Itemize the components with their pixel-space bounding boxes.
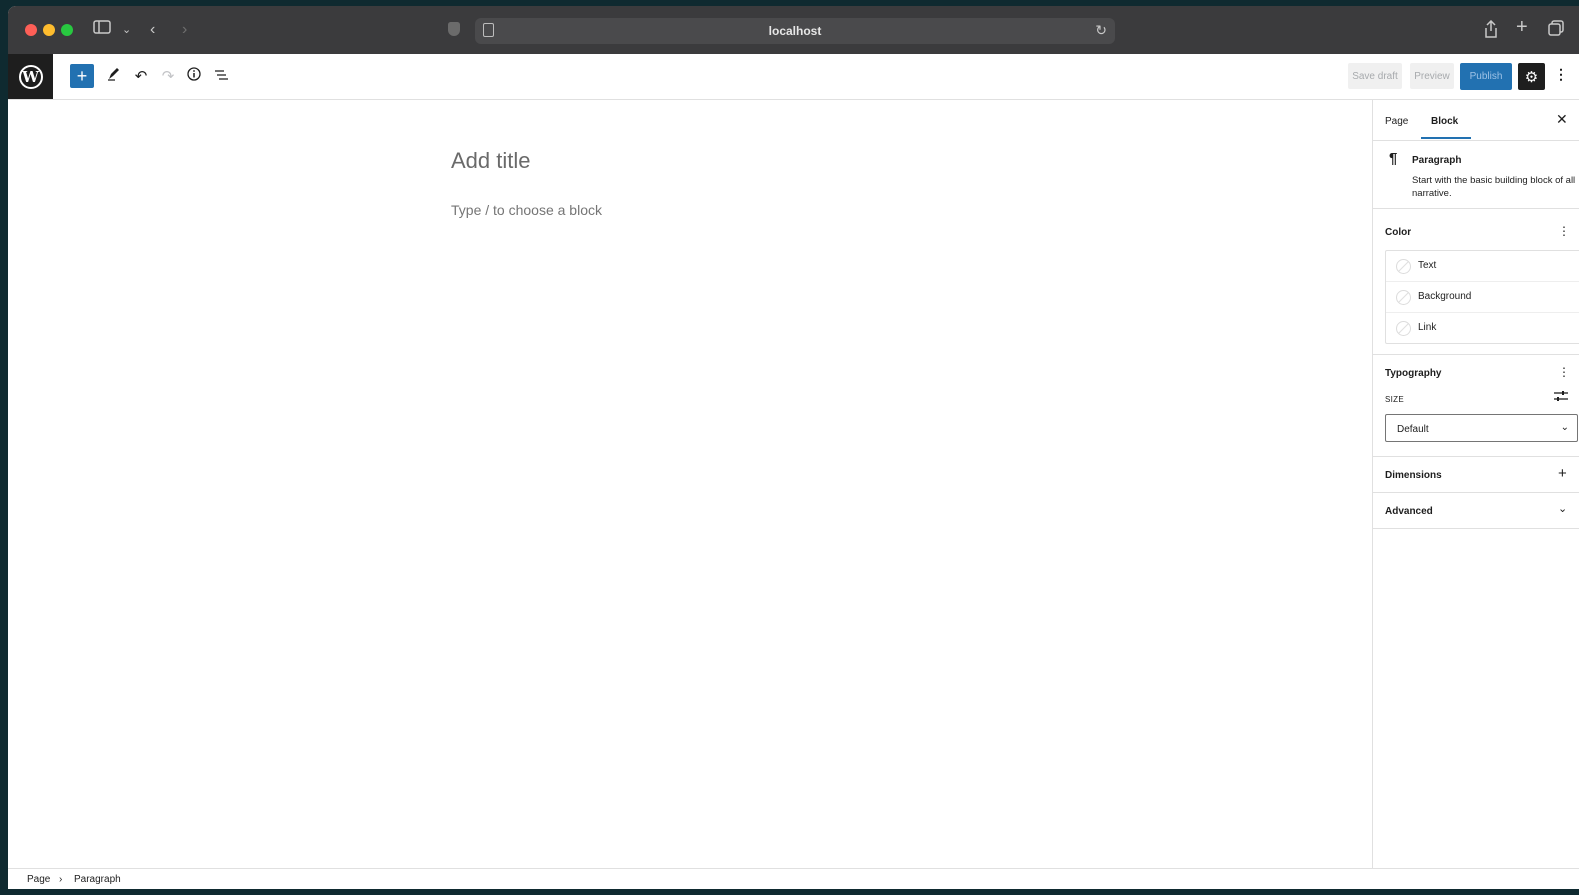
address-bar[interactable]: localhost ↻: [475, 18, 1115, 44]
block-card-title: Paragraph: [1412, 155, 1462, 166]
active-tab-indicator: [1421, 137, 1471, 139]
details-button[interactable]: [182, 64, 206, 88]
color-item-background[interactable]: Background: [1386, 282, 1579, 313]
block-breadcrumb: Page › Paragraph: [8, 868, 1579, 889]
block-card: ¶ Paragraph Start with the basic buildin…: [1373, 140, 1579, 209]
block-inserter-button[interactable]: +: [70, 64, 94, 88]
breadcrumb-separator-icon: ›: [59, 874, 63, 885]
post-title-input[interactable]: Add title: [451, 148, 531, 174]
settings-sliders-icon: [1554, 391, 1568, 405]
breadcrumb-item-paragraph[interactable]: Paragraph: [74, 874, 121, 885]
edit-tool-button[interactable]: [102, 64, 126, 88]
redo-button[interactable]: ↷: [156, 64, 180, 88]
tab-block[interactable]: Block: [1431, 116, 1458, 127]
typography-panel-options[interactable]: ⋮: [1558, 365, 1570, 379]
preview-button[interactable]: Preview: [1410, 63, 1454, 89]
color-settings-list: Text Background Link: [1385, 250, 1579, 344]
chevron-down-icon: ⌄: [1560, 422, 1569, 433]
typography-panel-title: Typography: [1385, 368, 1442, 379]
redo-icon: ↷: [161, 68, 175, 85]
browser-window: ⌄ ‹ › localhost ↻ + W + ↶ ↷ Save draft P…: [8, 6, 1579, 889]
editor-header: W + ↶ ↷ Save draft Preview Publish ⚙ ⋮: [8, 54, 1579, 100]
paragraph-icon: ¶: [1389, 150, 1398, 167]
advanced-panel-title[interactable]: Advanced: [1385, 506, 1433, 517]
color-item-label: Text: [1418, 260, 1437, 271]
settings-button[interactable]: ⚙: [1518, 63, 1545, 90]
font-size-label: SIZE: [1385, 395, 1404, 404]
more-vertical-icon: ⋮: [1554, 66, 1568, 82]
browser-toolbar: ⌄ ‹ › localhost ↻ +: [8, 6, 1579, 55]
dimensions-add-button[interactable]: +: [1558, 465, 1567, 482]
color-item-link[interactable]: Link: [1386, 313, 1579, 343]
color-panel-title: Color: [1385, 227, 1412, 238]
pencil-icon: [107, 67, 121, 85]
font-size-select[interactable]: Default ⌄: [1385, 414, 1578, 442]
undo-button[interactable]: ↶: [129, 64, 153, 88]
chevron-down-icon[interactable]: ⌄: [122, 20, 131, 40]
sidebar-tabs: Page Block ✕: [1373, 100, 1579, 141]
list-view-icon: [214, 68, 228, 85]
close-icon: ✕: [1556, 111, 1568, 127]
tabs-overview-icon[interactable]: [1548, 20, 1564, 42]
panel-divider: [1373, 456, 1579, 457]
breadcrumb-item-page[interactable]: Page: [27, 874, 50, 885]
address-text: localhost: [768, 24, 822, 38]
block-card-description: Start with the basic building block of a…: [1412, 175, 1576, 199]
sidebar-toggle-icon[interactable]: [93, 20, 111, 40]
panel-divider: [1373, 354, 1579, 355]
share-icon[interactable]: [1484, 19, 1498, 44]
reload-icon[interactable]: ↻: [1095, 22, 1107, 39]
color-item-label: Background: [1418, 291, 1472, 302]
gear-icon: ⚙: [1524, 68, 1539, 86]
wordpress-logo-button[interactable]: W: [8, 54, 53, 99]
zoom-window-button[interactable]: [61, 24, 73, 36]
chevron-down-icon: ⌄: [1558, 503, 1568, 515]
paragraph-block-placeholder[interactable]: Type / to choose a block: [451, 202, 602, 218]
advanced-panel-toggle[interactable]: ⌄: [1558, 502, 1567, 515]
new-tab-icon[interactable]: +: [1516, 17, 1528, 37]
color-swatch-icon: [1396, 321, 1411, 336]
dimensions-panel-title[interactable]: Dimensions: [1385, 470, 1442, 481]
undo-icon: ↶: [134, 68, 148, 85]
panel-divider: [1373, 528, 1579, 529]
font-size-value: Default: [1397, 424, 1429, 435]
privacy-shield-icon[interactable]: [448, 22, 460, 36]
color-panel-options[interactable]: ⋮: [1558, 224, 1570, 238]
custom-size-toggle[interactable]: [1554, 390, 1568, 405]
close-window-button[interactable]: [25, 24, 37, 36]
editor-canvas: Add title Type / to choose a block: [8, 100, 1372, 869]
wordpress-icon: W: [18, 64, 43, 89]
color-item-label: Link: [1418, 322, 1437, 333]
list-view-button[interactable]: [209, 64, 233, 88]
save-draft-button[interactable]: Save draft: [1348, 63, 1402, 89]
options-button[interactable]: ⋮: [1554, 66, 1568, 83]
forward-icon[interactable]: ›: [182, 20, 187, 40]
settings-sidebar: Page Block ✕ ¶ Paragraph Start with the …: [1372, 100, 1579, 869]
publish-button[interactable]: Publish: [1460, 63, 1512, 90]
panel-divider: [1373, 492, 1579, 493]
info-icon: [187, 67, 201, 85]
color-item-text[interactable]: Text: [1386, 251, 1579, 282]
tab-page[interactable]: Page: [1385, 116, 1408, 127]
plus-icon: +: [76, 65, 88, 86]
back-icon[interactable]: ‹: [150, 20, 155, 40]
more-vertical-icon: ⋮: [1558, 224, 1570, 238]
minimize-window-button[interactable]: [43, 24, 55, 36]
color-swatch-icon: [1396, 290, 1411, 305]
close-sidebar-button[interactable]: ✕: [1556, 111, 1568, 128]
color-swatch-icon: [1396, 259, 1411, 274]
plus-icon: +: [1558, 465, 1567, 482]
more-vertical-icon: ⋮: [1558, 365, 1570, 379]
